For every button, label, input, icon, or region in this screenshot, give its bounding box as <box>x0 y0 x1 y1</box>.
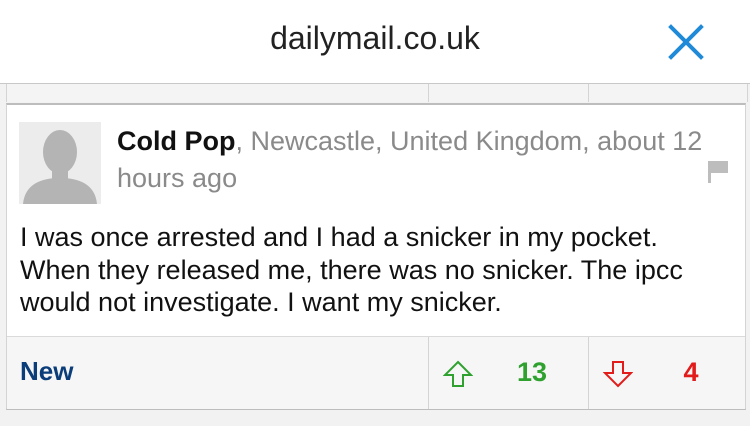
person-silhouette-icon <box>19 122 101 204</box>
arrow-up-icon <box>442 360 474 387</box>
downvote-count: 4 <box>683 357 699 387</box>
downvote-button[interactable] <box>602 359 634 389</box>
previous-comment-edge <box>6 84 748 102</box>
author-name[interactable]: Cold Pop <box>117 126 235 156</box>
upvote-count: 13 <box>516 357 548 387</box>
avatar <box>19 122 101 204</box>
divider <box>428 337 429 409</box>
close-icon <box>668 24 704 60</box>
divider <box>428 84 429 102</box>
comment-actions-bar: New 13 4 <box>7 336 745 409</box>
divider <box>588 84 589 102</box>
site-url-title: dailymail.co.uk <box>270 20 480 56</box>
comment-card: Cold Pop, Newcastle, United Kingdom, abo… <box>6 103 746 410</box>
new-link[interactable]: New <box>20 356 73 387</box>
flag-icon <box>708 161 728 183</box>
upvote-button[interactable] <box>442 359 474 389</box>
divider <box>588 337 589 409</box>
browser-top-bar: dailymail.co.uk <box>0 0 750 84</box>
report-button[interactable] <box>707 160 729 184</box>
arrow-down-icon <box>602 361 634 388</box>
comment-text: I was once arrested and I had a snicker … <box>20 222 683 317</box>
comment-header: Cold Pop, Newcastle, United Kingdom, abo… <box>117 123 707 197</box>
close-button[interactable] <box>664 20 708 64</box>
